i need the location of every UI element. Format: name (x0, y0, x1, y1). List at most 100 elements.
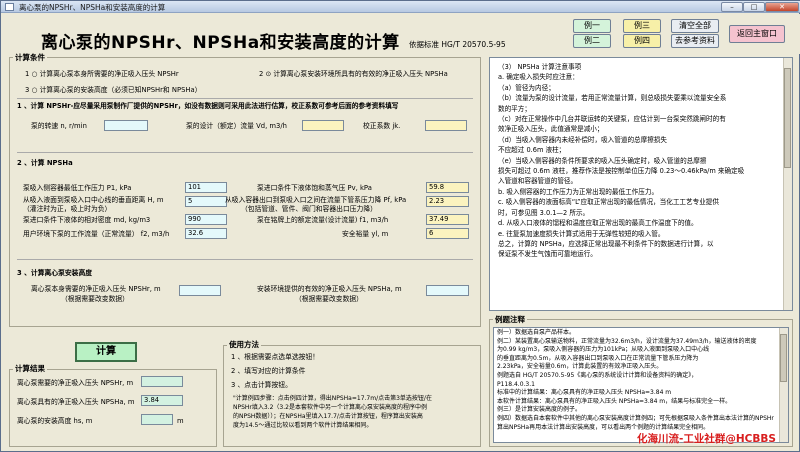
clear-all-button[interactable]: 清空全部 (671, 19, 719, 33)
npshr-input-label: 离心泵本身需要的净正吸入压头 NPSHr, m (31, 285, 161, 293)
pv-label: 泵进口条件下液体饱和蒸气压 Pv, kPa (257, 184, 372, 192)
result-npsha-label: 离心泵具有的净正吸入压头 NPSHa, m (17, 398, 135, 406)
npsha-input-label: 安装环境提供的有效的净正吸入压头 NPSHa, m (257, 285, 402, 293)
option-height[interactable]: 3 ○ 计算离心泵的安装高度（必须已知NPSHr和 NPSHa） (25, 86, 201, 94)
notes-line: a. 确定吸入损失时应注意： (498, 73, 579, 82)
usage-note-2: NPSHr填入3.2（3.2是本套软件中另一个计算离心泵安装高度的程序中例 (233, 404, 427, 411)
example-2-button[interactable]: 例二 (573, 34, 611, 48)
result-npsha-value: 3.84 (141, 395, 183, 406)
result-npshr-value (141, 376, 183, 387)
density-input[interactable]: 990 (185, 214, 227, 225)
rpm-input[interactable] (104, 120, 148, 131)
divider (17, 259, 473, 260)
usage-note-1: "计算例四步骤：点击例四计算，得出NPSHa=17.7m/点击第3单选按钮/在 (233, 395, 432, 402)
example-4-button[interactable]: 例四 (623, 34, 661, 48)
npshr-override-input[interactable] (179, 285, 221, 296)
notes-scroll-thumb[interactable] (784, 68, 791, 168)
density-label: 泵进口条件下液体的相对密度 md, kg/m3 (23, 216, 151, 224)
notes-line: d. 从吸入口液体的馏程和温度应取正常出现的最高工作温度下的值。 (498, 219, 698, 228)
standard-reference: 依据标准 HG/T 20570.5-95 (409, 40, 506, 49)
example-line: 例一）数据选自泵产品样本。 (497, 329, 576, 336)
usage-note-4: 度为14.5～通过比较以看到两个软件计算结果相同。 (233, 422, 373, 429)
notes-line: （b）流量为泵的设计流量，若用正常流量计算，则总吸损失要乘以流量安全系 (498, 94, 727, 103)
rpm-label: 泵的转速 n, r/min (31, 122, 87, 130)
pf-input[interactable]: 2.23 (426, 196, 469, 207)
example-line: 为0.99 kg/m3，泵吸入侧容器的压力为101kPa；从吸入液面到泵吸入口中… (497, 346, 710, 354)
design-flow-label: 泵的设计（额定）流量 Vd, m3/h (186, 122, 287, 130)
npshr-input-hint: （根据需要改变数据） (61, 295, 129, 303)
usage-legend: 使用方法 (227, 339, 261, 350)
pv-input[interactable]: 59.8 (426, 182, 469, 193)
work-flow-input[interactable]: 32.6 (185, 228, 227, 239)
minimize-button[interactable]: – (721, 2, 743, 12)
example-line: 例二）某装置离心泵输送物料，正常流量为32.6m3/h，设计流量为37.49m3… (497, 337, 757, 345)
calculate-button[interactable]: 计算 (75, 342, 137, 362)
result-height-label: 离心泵的安装高度 hs, m (17, 417, 93, 425)
design-flow-input[interactable] (302, 120, 344, 131)
view-reference-button[interactable]: 去参考资料 (671, 34, 719, 48)
work-flow-label: 用户环境下泵的工作流量（正常流量） f2, m3/h (23, 230, 170, 238)
notes-line: 时，可参见图 3.0.1—2 所示。 (498, 208, 590, 217)
example-line: P118.4.0.3.1 (497, 380, 535, 388)
example-line: 2.23kPa，安全裕量0.6m，计算此装置的有效净正吸入压头。 (497, 363, 663, 371)
watermark: 化海川流-工业社群@HCBBS (637, 433, 776, 445)
notes-line: （a）管径为内径； (498, 83, 555, 92)
option-npshr[interactable]: 1 ○ 计算离心泵本身所需要的净正吸入压头 NPSHr (25, 70, 179, 78)
window-title: 离心泵的NPSHr、NPSHa和安装高度的计算 (19, 3, 166, 12)
back-main-button[interactable]: 返回主窗口 (729, 25, 785, 43)
examples-scrollbar[interactable] (779, 328, 788, 442)
pf-hint: （包括管道、管件、阀门和容器出口压力降） (241, 205, 377, 213)
divider (17, 152, 473, 153)
usage-step-2: 2 、填写对应的计算条件 (231, 367, 306, 375)
example-1-button[interactable]: 例一 (573, 19, 611, 33)
notes-line: （c）对在正常操作中几台并联运转的关键泵，应估计到一台泵突然跳闸时的有 (498, 115, 726, 124)
notes-scrollbar[interactable] (783, 58, 792, 310)
notes-memo: （3） NPSHa 计算注意事项 a. 确定吸入损失时应注意： （a）管径为内径… (489, 57, 793, 311)
result-height-value (141, 414, 173, 425)
result-npshr-label: 离心泵需要的净正吸入压头 NPSHr, m (17, 379, 134, 387)
npsha-input-hint: （根据需要改变数据） (295, 295, 363, 303)
close-button[interactable]: ✕ (765, 2, 799, 12)
section-2-title: 2 、计算 NPSHa (17, 159, 73, 167)
p1-label: 泵吸入侧容器最低工作压力 P1, kPa (23, 184, 132, 192)
notes-line: c. 吸入侧容器的液面标高“L”应取正常出现的最低情况，当化工工艺专业提供 (498, 198, 719, 207)
correction-factor-label: 校正系数 jk. (363, 122, 401, 130)
notes-line: 不应超过 0.6m 液柱； (498, 146, 566, 155)
app-window: 离心泵的NPSHr、NPSHa和安装高度的计算 – □ ✕ 离心泵的NPSHr、… (0, 0, 800, 452)
safety-margin-label: 安全裕量 yl, m (342, 230, 389, 238)
notes-text: （3） NPSHa 计算注意事项 a. 确定吸入损失时应注意： （a）管径为内径… (498, 62, 744, 260)
rated-flow-label: 泵在铭牌上的额定流量(设计流量) f1, m3/h (257, 216, 389, 224)
usage-note-3: 的NPSH数据））；在NPSHa里填入17.7/点击计算按钮，程序算出安装高 (233, 413, 423, 420)
notes-line: 效净正吸入压头，此值通常是减小； (498, 125, 604, 134)
pf-label: 从吸入容器出口到泵吸入口之间在流量下管系压力降 Pf, kPa (225, 196, 407, 204)
safety-margin-input[interactable]: 6 (426, 228, 469, 239)
page-title: 离心泵的NPSHr、NPSHa和安装高度的计算 (41, 33, 400, 53)
option-npsha[interactable]: 2 ⊙ 计算离心泵安装环境所具有的有效的净正吸入压头 NPSHa (259, 70, 448, 78)
notes-line: （d）当吸入侧容器内未经补偿时，吸入管道的总摩擦损失 (498, 135, 668, 144)
notes-line: e. 往复泵加速度损失计算式适用于无弹性较短的吸入管。 (498, 229, 665, 238)
npsha-override-input[interactable] (426, 285, 469, 296)
example-line: 例四）数据选自本套软件中其他的离心泵安装高度计算例四；可先根据泵吸入条件算出本法… (497, 414, 774, 422)
examples-text: 例一）数据选自泵产品样本。 例二）某装置离心泵输送物料，正常流量为32.6m3/… (497, 329, 774, 432)
examples-scroll-thumb[interactable] (780, 334, 787, 382)
usage-step-3: 3 、点击计算按钮。 (231, 381, 292, 389)
h-hint: （灌注时为正，吸上时为负） (23, 205, 112, 213)
examples-memo: 例一）数据选自泵产品样本。 例二）某装置离心泵输送物料，正常流量为32.6m3/… (493, 327, 789, 443)
h-input[interactable]: 5 (185, 196, 227, 207)
maximize-button[interactable]: □ (743, 2, 765, 12)
usage-step-1: 1 、根据需要点选单选按钮！ (231, 353, 320, 361)
notes-line: 入管道和容器管道的管径。 (498, 177, 578, 186)
p1-input[interactable]: 101 (185, 182, 227, 193)
correction-factor-input[interactable] (425, 120, 467, 131)
result-height-unit: m (177, 417, 184, 425)
h-label: 从吸入液面到泵吸入口中心线的垂直距离 H, m (23, 196, 164, 204)
section-3-title: 3 、计算离心泵安装高度 (17, 269, 93, 277)
example-line: 例三）是计算安装高度的例子。 (497, 406, 582, 414)
example-3-button[interactable]: 例三 (623, 19, 661, 33)
notes-line: 数的平方； (498, 104, 531, 113)
results-legend: 计算结果 (13, 363, 47, 374)
notes-line: 保证泵不发生气蚀而可靠地运行。 (498, 250, 597, 259)
rated-flow-input[interactable]: 37.49 (426, 214, 469, 225)
notes-line: （e）当吸入侧容器的条件所要求的吸入压头确定时，吸入管道的总摩擦 (498, 156, 707, 165)
section-1-title: 1 、计算 NPSHr-应尽量采用泵制作厂提供的NPSHr，如没有数据则可采用此… (17, 102, 399, 110)
